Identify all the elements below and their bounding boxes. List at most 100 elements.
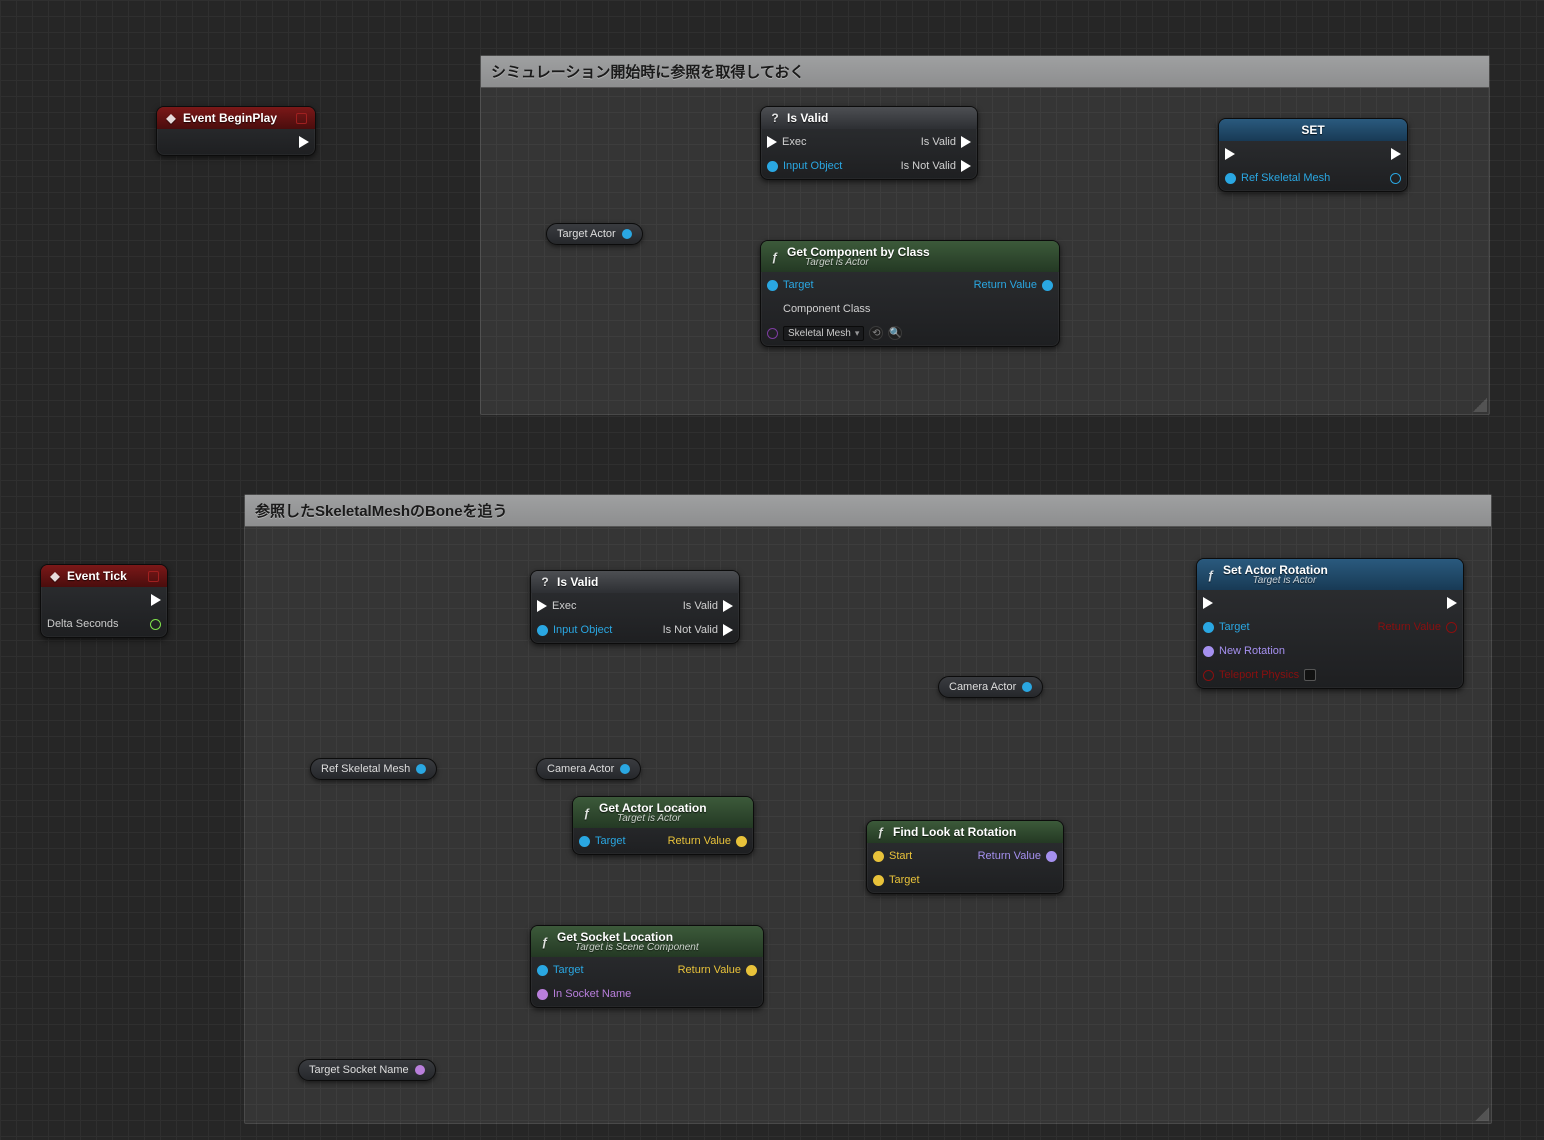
- return-value-pin[interactable]: Return Value: [668, 832, 747, 850]
- checkbox[interactable]: [1304, 669, 1316, 681]
- var-get-camera-actor-1[interactable]: Camera Actor: [536, 758, 641, 780]
- exec-in-pin[interactable]: Exec: [767, 133, 842, 151]
- pin-label: Exec: [552, 600, 576, 612]
- is-not-valid-exec-pin[interactable]: Is Not Valid: [901, 157, 971, 175]
- exec-out-pin[interactable]: [1447, 594, 1457, 612]
- search-icon[interactable]: 🔍: [888, 326, 902, 340]
- var-get-camera-actor-2[interactable]: Camera Actor: [938, 676, 1043, 698]
- start-pin[interactable]: Start: [873, 847, 920, 865]
- target-pin[interactable]: Target: [873, 871, 920, 889]
- reset-icon[interactable]: ⟲: [869, 326, 883, 340]
- resize-handle[interactable]: [1475, 1107, 1489, 1121]
- exec-in-pin[interactable]: [1203, 594, 1316, 612]
- pin-label: Return Value: [668, 835, 731, 847]
- target-pin[interactable]: Target: [1203, 618, 1316, 636]
- node-title: Find Look at Rotation: [893, 825, 1016, 839]
- in-socket-name-pin[interactable]: In Socket Name: [537, 985, 631, 1003]
- new-rotation-pin[interactable]: New Rotation: [1203, 642, 1316, 660]
- delegate-pin[interactable]: [148, 571, 159, 582]
- var-get-target-actor[interactable]: Target Actor: [546, 223, 643, 245]
- resize-handle[interactable]: [1473, 398, 1487, 412]
- pin-label: Is Valid: [921, 136, 956, 148]
- var-out-pin[interactable]: [416, 764, 426, 774]
- is-valid-exec-pin[interactable]: Is Valid: [921, 133, 971, 151]
- var-out-pin[interactable]: [415, 1065, 425, 1075]
- pin-label: Ref Skeletal Mesh: [1241, 172, 1330, 184]
- node-header[interactable]: ƒ Get Socket Location Target is Scene Co…: [531, 926, 763, 957]
- comment-title[interactable]: シミュレーション開始時に参照を取得しておく: [481, 56, 1489, 88]
- var-out-pin[interactable]: [622, 229, 632, 239]
- event-icon: ◆: [49, 570, 61, 582]
- macro-icon: ?: [769, 112, 781, 124]
- var-label: Target Actor: [557, 228, 616, 240]
- pin-label: Delta Seconds: [47, 618, 119, 630]
- node-header[interactable]: ƒ Get Component by Class Target is Actor: [761, 241, 1059, 272]
- input-object-pin[interactable]: Input Object: [537, 621, 612, 639]
- node-title: SET: [1227, 123, 1399, 137]
- node-header[interactable]: ƒ Set Actor Rotation Target is Actor: [1197, 559, 1463, 590]
- exec-out-pin[interactable]: [1391, 145, 1401, 163]
- pin-label: New Rotation: [1219, 645, 1285, 657]
- exec-out-pin[interactable]: [299, 133, 309, 151]
- function-icon: ƒ: [1205, 569, 1217, 581]
- var-out-pin[interactable]: [1390, 169, 1401, 187]
- target-pin[interactable]: Target: [767, 276, 902, 294]
- component-class-pin[interactable]: Skeletal Mesh ▾ ⟲ 🔍: [767, 324, 902, 342]
- return-value-pin[interactable]: Return Value: [1378, 618, 1457, 636]
- exec-in-pin[interactable]: [1225, 145, 1330, 163]
- pin-label: Is Valid: [683, 600, 718, 612]
- node-set-ref-skeletal-mesh[interactable]: SET Ref Skeletal Mesh: [1218, 118, 1408, 192]
- pin-label: Return Value: [1378, 621, 1441, 633]
- exec-in-pin[interactable]: Exec: [537, 597, 612, 615]
- node-header[interactable]: ? Is Valid: [531, 571, 739, 593]
- node-is-valid-2[interactable]: ? Is Valid Exec Input Object Is Valid Is…: [530, 570, 740, 644]
- node-header[interactable]: ? Is Valid: [761, 107, 977, 129]
- var-label: Ref Skeletal Mesh: [321, 763, 410, 775]
- delta-seconds-pin[interactable]: [150, 615, 161, 633]
- pin-label: Exec: [782, 136, 806, 148]
- node-header[interactable]: ƒ Get Actor Location Target is Actor: [573, 797, 753, 828]
- node-get-actor-location[interactable]: ƒ Get Actor Location Target is Actor Tar…: [572, 796, 754, 855]
- is-valid-exec-pin[interactable]: Is Valid: [683, 597, 733, 615]
- input-object-pin[interactable]: Input Object: [767, 157, 842, 175]
- pin-label: Is Not Valid: [901, 160, 956, 172]
- node-header[interactable]: ƒ Find Look at Rotation: [867, 821, 1063, 843]
- node-title: Is Valid: [557, 575, 598, 589]
- node-find-look-at-rotation[interactable]: ƒ Find Look at Rotation Start Target Ret…: [866, 820, 1064, 894]
- node-set-actor-rotation[interactable]: ƒ Set Actor Rotation Target is Actor Tar…: [1196, 558, 1464, 689]
- var-get-ref-skeletal-mesh[interactable]: Ref Skeletal Mesh: [310, 758, 437, 780]
- class-select[interactable]: Skeletal Mesh ▾: [783, 326, 864, 341]
- blueprint-canvas[interactable]: シミュレーション開始時に参照を取得しておく 参照したSkeletalMeshのB…: [0, 0, 1544, 1140]
- node-is-valid-1[interactable]: ? Is Valid Exec Input Object Is Valid Is…: [760, 106, 978, 180]
- node-header[interactable]: SET: [1219, 119, 1407, 141]
- chevron-down-icon: ▾: [855, 328, 860, 339]
- var-in-pin[interactable]: Ref Skeletal Mesh: [1225, 169, 1330, 187]
- pin-label: Return Value: [974, 279, 1037, 291]
- comment-title[interactable]: 参照したSkeletalMeshのBoneを追う: [245, 495, 1491, 527]
- target-pin[interactable]: Target: [579, 832, 626, 850]
- node-subtitle: Target is Actor: [787, 257, 930, 268]
- node-get-component-by-class[interactable]: ƒ Get Component by Class Target is Actor…: [760, 240, 1060, 347]
- var-get-target-socket-name[interactable]: Target Socket Name: [298, 1059, 436, 1081]
- pin-label: Input Object: [783, 160, 842, 172]
- node-header[interactable]: ◆ Event BeginPlay: [157, 107, 315, 129]
- is-not-valid-exec-pin[interactable]: Is Not Valid: [663, 621, 733, 639]
- delegate-pin[interactable]: [296, 113, 307, 124]
- return-value-pin[interactable]: Return Value: [978, 847, 1057, 865]
- target-pin[interactable]: Target: [537, 961, 631, 979]
- pin-label: Target: [889, 874, 920, 886]
- exec-out-pin[interactable]: [151, 591, 161, 609]
- node-event-tick[interactable]: ◆ Event Tick Delta Seconds: [40, 564, 168, 638]
- pin-label: Target: [595, 835, 626, 847]
- return-value-pin[interactable]: Return Value: [678, 961, 757, 979]
- node-title: Event BeginPlay: [183, 111, 277, 125]
- pin-label: Teleport Physics: [1219, 669, 1299, 681]
- node-get-socket-location[interactable]: ƒ Get Socket Location Target is Scene Co…: [530, 925, 764, 1008]
- node-event-beginplay[interactable]: ◆ Event BeginPlay: [156, 106, 316, 156]
- teleport-physics-pin[interactable]: Teleport Physics: [1203, 666, 1316, 684]
- var-out-pin[interactable]: [620, 764, 630, 774]
- component-class-label: Component Class: [767, 300, 902, 318]
- var-out-pin[interactable]: [1022, 682, 1032, 692]
- node-header[interactable]: ◆ Event Tick: [41, 565, 167, 587]
- return-value-pin[interactable]: Return Value: [974, 276, 1053, 294]
